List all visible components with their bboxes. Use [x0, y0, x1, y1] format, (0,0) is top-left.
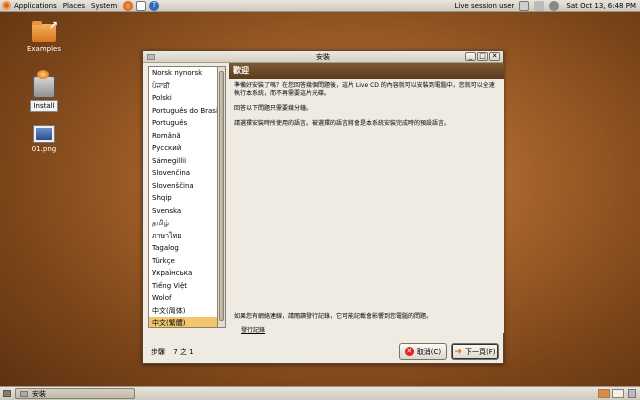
menu-places[interactable]: Places: [63, 2, 85, 10]
email-icon[interactable]: [136, 0, 147, 11]
network-icon[interactable]: [519, 0, 530, 11]
minimize-button[interactable]: _: [465, 52, 476, 61]
language-item[interactable]: Русский: [149, 142, 217, 155]
session-label[interactable]: Live session user: [454, 2, 514, 10]
window-app-icon[interactable]: [147, 54, 155, 60]
time-text: 回答以下問題只需要幾分鐘。: [234, 105, 313, 112]
language-item[interactable]: Wolof: [149, 292, 217, 305]
language-item[interactable]: Tagalog: [149, 242, 217, 255]
workspace-2[interactable]: [612, 389, 624, 398]
step-value: 7 之 1: [173, 348, 194, 356]
language-item[interactable]: Polski: [149, 92, 217, 105]
close-button[interactable]: ✕: [489, 52, 500, 61]
power-icon[interactable]: [549, 0, 560, 11]
maximize-button[interactable]: □: [477, 52, 488, 61]
forward-arrow-icon: ➜: [454, 346, 463, 357]
image-file-icon: [34, 126, 54, 142]
release-notes-text: 如果您有網絡連線，請閱讀發行記錄，它可能記載會影響到您電腦的問題。: [234, 313, 433, 320]
language-item[interactable]: Português: [149, 117, 217, 130]
language-item[interactable]: Slovenčina: [149, 167, 217, 180]
desktop-icon-install[interactable]: Install: [14, 70, 74, 112]
window-footer: 步驟 7 之 1 ✕ 取消(C) ➜ 下一頁(F): [149, 343, 499, 363]
next-button[interactable]: ➜ 下一頁(F): [451, 343, 499, 360]
menu-system[interactable]: System: [91, 2, 117, 10]
desktop-icon-label: Examples: [26, 45, 61, 53]
clock[interactable]: Sat Oct 13, 6:48 PM: [566, 2, 636, 10]
window-titlebar[interactable]: 安裝 _ □ ✕: [143, 51, 503, 63]
install-disk-icon: [33, 70, 55, 98]
menu-applications[interactable]: Applications: [14, 2, 57, 10]
desktop-icon-label: 01.png: [31, 145, 57, 153]
next-label: 下一頁(F): [465, 347, 496, 356]
language-list[interactable]: Norsk nynorsk ਪੰਜਾਬੀ Polski Português do…: [148, 66, 218, 328]
release-notes-link[interactable]: 發行記錄: [241, 325, 265, 334]
welcome-pane: 歡迎 準備好安裝了嗎？在您回答幾個問題後，這片 Live CD 的內容就可以安裝…: [229, 63, 504, 334]
language-item[interactable]: Norsk nynorsk: [149, 67, 217, 80]
language-item[interactable]: Svenska: [149, 205, 217, 218]
language-item[interactable]: Українська: [149, 267, 217, 280]
language-item[interactable]: 中文(简体): [149, 305, 217, 318]
volume-icon[interactable]: [534, 0, 545, 11]
language-item[interactable]: தமிழ்: [149, 217, 217, 230]
bottom-panel: 安裝: [0, 386, 640, 400]
language-item[interactable]: Română: [149, 130, 217, 143]
language-item[interactable]: Sámegillii: [149, 155, 217, 168]
cancel-label: 取消(C): [416, 347, 442, 356]
language-item[interactable]: Tiếng Việt: [149, 280, 217, 293]
desktop-icon-01png[interactable]: 01.png: [14, 126, 74, 154]
firefox-icon[interactable]: [123, 0, 134, 11]
language-item[interactable]: Shqip: [149, 192, 217, 205]
show-desktop-icon[interactable]: [3, 390, 11, 397]
cancel-button[interactable]: ✕ 取消(C): [399, 343, 447, 360]
step-indicator: 步驟 7 之 1: [151, 347, 194, 357]
page-title: 歡迎: [229, 63, 504, 79]
taskbar-label: 安裝: [32, 389, 46, 398]
trash-icon[interactable]: [628, 389, 636, 398]
window-title: 安裝: [316, 52, 330, 61]
cancel-icon: ✕: [404, 347, 414, 356]
language-list-scrollbar[interactable]: [218, 66, 226, 328]
window-app-icon: [20, 390, 28, 397]
taskbar-window-button[interactable]: 安裝: [15, 388, 135, 399]
desktop-icon-label: Install: [30, 100, 58, 112]
language-item[interactable]: Türkçe: [149, 255, 217, 268]
ubuntu-logo-icon[interactable]: [2, 1, 11, 10]
desktop-icon-examples[interactable]: ↗ Examples: [14, 19, 74, 54]
installer-window: 安裝 _ □ ✕ Norsk nynorsk ਪੰਜਾਬੀ Polski Por…: [142, 50, 504, 364]
language-item[interactable]: ਪੰਜਾਬੀ: [149, 80, 217, 93]
top-panel: Applications Places System ? Live sessio…: [0, 0, 640, 12]
intro-text: 準備好安裝了嗎？在您回答幾個問題後，這片 Live CD 的內容就可以安裝到電腦…: [234, 82, 495, 97]
language-item[interactable]: Português do Brasil: [149, 105, 217, 118]
workspace-1[interactable]: [598, 389, 610, 398]
language-item-selected[interactable]: 中文(繁體): [149, 317, 217, 327]
step-label: 步驟: [151, 348, 165, 356]
help-icon[interactable]: ?: [149, 0, 160, 11]
language-item[interactable]: ภาษาไทย: [149, 230, 217, 243]
language-item[interactable]: Slovenščina: [149, 180, 217, 193]
folder-icon: ↗: [32, 19, 58, 42]
scrollbar-thumb[interactable]: [219, 71, 224, 321]
language-instruction-text: 請選擇安裝時所使用的語言。被選擇的語言將會是本系統安裝完成時的預設語言。: [234, 120, 451, 127]
